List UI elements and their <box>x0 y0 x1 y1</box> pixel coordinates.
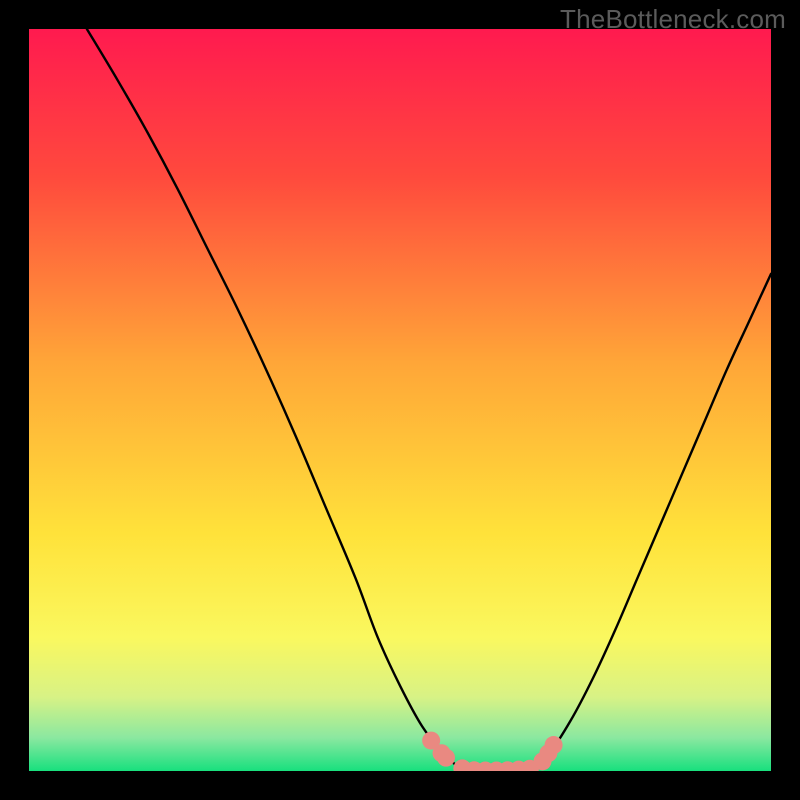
watermark-text: TheBottleneck.com <box>560 4 786 35</box>
highlight-dot <box>545 736 563 754</box>
highlight-dot <box>437 749 455 767</box>
chart-frame: TheBottleneck.com <box>0 0 800 800</box>
bottleneck-chart <box>0 0 800 800</box>
gradient-background <box>29 29 771 771</box>
